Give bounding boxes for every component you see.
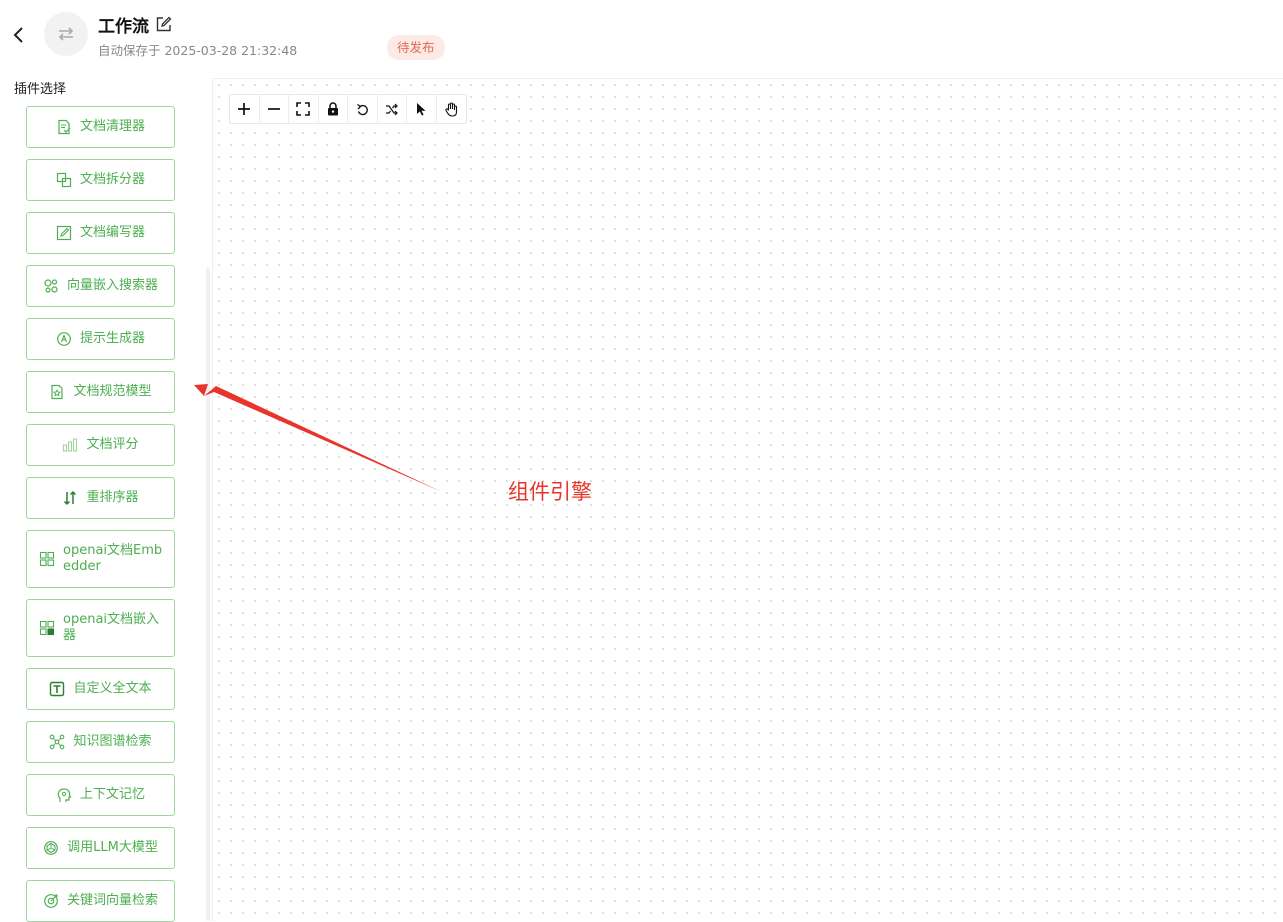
swap-arrows-icon	[58, 27, 74, 41]
zoom-out-button[interactable]	[260, 95, 289, 123]
document-edit-icon	[56, 225, 72, 241]
plugin-label: 自定义全文本	[73, 681, 152, 696]
plugin-label: 关键词向量检索	[66, 893, 158, 908]
chevron-left-icon	[13, 27, 23, 43]
undo-button[interactable]	[348, 95, 378, 123]
plugin-openai-doc-embedder[interactable]: openai文档嵌入器	[26, 599, 175, 657]
plugin-keyword-vector-search[interactable]: 关键词向量检索	[26, 880, 175, 922]
prompt-icon	[56, 331, 72, 347]
plugin-label: 向量嵌入搜索器	[66, 278, 158, 293]
workflow-canvas[interactable]	[212, 78, 1283, 921]
document-split-icon	[56, 172, 72, 188]
grid-icon	[39, 551, 55, 567]
grid-check-icon	[39, 620, 55, 636]
plugin-label: 知识图谱检索	[73, 734, 152, 749]
plugin-vector-search[interactable]: 向量嵌入搜索器	[26, 265, 175, 307]
status-badge: 待发布	[387, 35, 445, 60]
plugin-label: openai文档Embedder	[63, 543, 163, 574]
lock-icon	[327, 102, 338, 116]
undo-icon	[356, 103, 368, 115]
fit-view-icon	[296, 102, 311, 116]
plugin-custom-fulltext[interactable]: 自定义全文本	[26, 668, 175, 710]
plugin-label: 文档清理器	[79, 119, 145, 134]
plugin-openai-embedder[interactable]: openai文档Embedder	[26, 530, 175, 588]
zoom-in-icon	[238, 103, 251, 115]
back-button[interactable]	[8, 24, 30, 46]
llm-icon	[43, 840, 59, 856]
plugin-document-cleaner[interactable]: 文档清理器	[26, 106, 175, 148]
pointer-icon	[417, 103, 426, 116]
workflow-avatar	[44, 12, 88, 56]
header: 工作流 自动保存于 2025-03-28 21:32:48 待发布	[0, 0, 1283, 78]
autosave-timestamp: 自动保存于 2025-03-28 21:32:48	[98, 43, 298, 58]
plugin-label: 文档拆分器	[79, 172, 145, 187]
canvas-toolbar	[229, 94, 467, 124]
plugin-context-memory[interactable]: 上下文记忆	[26, 774, 175, 816]
vector-search-icon	[43, 278, 59, 294]
hand-button[interactable]	[437, 95, 467, 123]
hand-icon	[445, 101, 457, 117]
document-star-icon	[49, 384, 65, 400]
zoom-in-button[interactable]	[230, 95, 260, 123]
plugin-label: 文档评分	[86, 437, 139, 452]
sidebar-scrollbar[interactable]	[206, 268, 210, 921]
annotation-label: 组件引擎	[508, 480, 592, 504]
pointer-button[interactable]	[407, 95, 437, 123]
plugin-call-llm[interactable]: 调用LLM大模型	[26, 827, 175, 869]
memory-head-icon	[56, 787, 72, 803]
text-box-icon	[49, 681, 65, 697]
plugin-document-splitter[interactable]: 文档拆分器	[26, 159, 175, 201]
fit-view-button[interactable]	[289, 95, 319, 123]
plugin-label: 提示生成器	[79, 331, 145, 346]
plugin-knowledge-graph[interactable]: 知识图谱检索	[26, 721, 175, 763]
shuffle-button[interactable]	[378, 95, 407, 123]
plugin-document-writer[interactable]: 文档编写器	[26, 212, 175, 254]
plugin-prompt-generator[interactable]: 提示生成器	[26, 318, 175, 360]
shuffle-icon	[386, 103, 399, 115]
sort-arrows-icon	[62, 490, 78, 506]
page-title: 工作流	[98, 16, 149, 37]
document-clean-icon	[56, 119, 72, 135]
title-row: 工作流	[98, 12, 173, 37]
edit-icon	[156, 16, 172, 31]
zoom-out-icon	[267, 108, 280, 110]
plugin-document-score[interactable]: 文档评分	[26, 424, 175, 466]
plugin-label: 文档规范模型	[73, 384, 152, 399]
lock-button[interactable]	[319, 95, 348, 123]
plugin-label: 调用LLM大模型	[67, 840, 158, 855]
plugin-reranker[interactable]: 重排序器	[26, 477, 175, 519]
plugin-label: 重排序器	[86, 490, 139, 505]
graph-nodes-icon	[49, 734, 65, 750]
bar-chart-icon	[62, 437, 78, 453]
plugin-label: 上下文记忆	[79, 787, 145, 802]
plugin-label: openai文档嵌入器	[63, 612, 160, 643]
plugin-document-norm-model[interactable]: 文档规范模型	[26, 371, 175, 413]
plugin-label: 文档编写器	[79, 225, 145, 240]
sidebar-title: 插件选择	[14, 82, 67, 97]
target-search-icon	[43, 893, 59, 909]
edit-title-button[interactable]	[155, 15, 173, 33]
